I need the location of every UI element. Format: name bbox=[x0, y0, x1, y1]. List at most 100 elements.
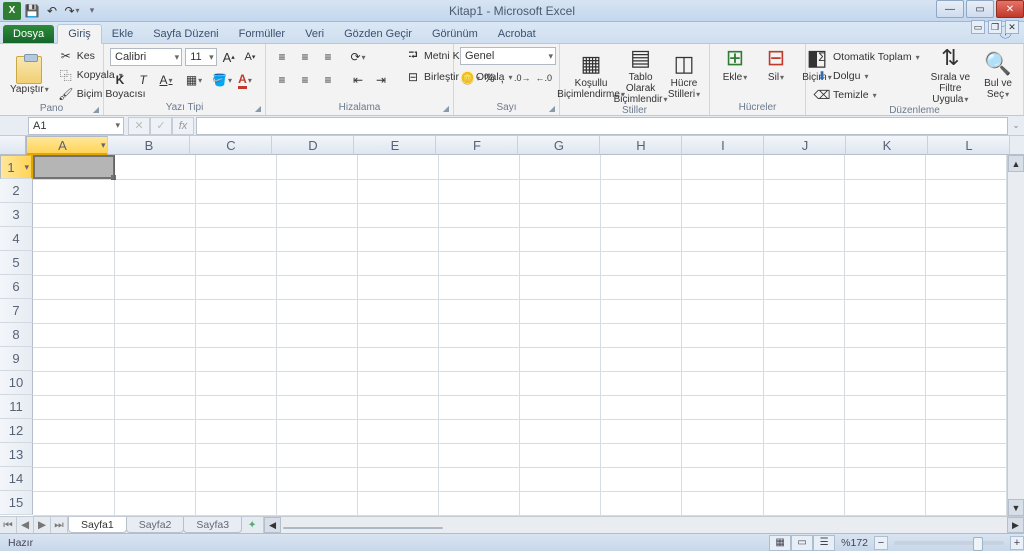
horizontal-scrollbar[interactable]: ◀ ▶ bbox=[263, 517, 1024, 533]
dialog-launcher-icon[interactable]: ◢ bbox=[443, 104, 449, 113]
tab-view[interactable]: Görünüm bbox=[422, 25, 488, 43]
cell[interactable] bbox=[601, 419, 682, 443]
italic-button[interactable]: T bbox=[133, 70, 153, 90]
row-header[interactable]: 11 bbox=[0, 395, 33, 419]
cancel-formula-icon[interactable]: ✕ bbox=[128, 117, 150, 135]
dialog-launcher-icon[interactable]: ◢ bbox=[549, 104, 555, 113]
cell[interactable] bbox=[763, 179, 844, 203]
cell[interactable] bbox=[439, 419, 520, 443]
increase-decimal-button[interactable]: .0→ bbox=[513, 68, 532, 88]
workbook-close-icon[interactable]: ✕ bbox=[1005, 20, 1019, 34]
cell[interactable] bbox=[276, 227, 357, 251]
row-header[interactable]: 8 bbox=[0, 323, 33, 347]
cell-styles-button[interactable]: ◫Hücre Stilleri bbox=[665, 53, 703, 100]
find-select-button[interactable]: 🔍Bul ve Seç bbox=[979, 53, 1017, 100]
cell[interactable] bbox=[114, 179, 195, 203]
cell[interactable] bbox=[520, 299, 601, 323]
cell[interactable] bbox=[844, 371, 925, 395]
column-header[interactable]: E bbox=[354, 136, 436, 155]
cell[interactable] bbox=[114, 299, 195, 323]
cell[interactable] bbox=[114, 467, 195, 491]
sheet-nav-last-icon[interactable]: ⏭ bbox=[51, 517, 68, 533]
cell[interactable] bbox=[33, 299, 114, 323]
paste-button[interactable]: Yapıştır bbox=[6, 56, 53, 95]
maximize-button[interactable]: ▭ bbox=[966, 0, 994, 18]
zoom-out-button[interactable]: − bbox=[874, 536, 888, 550]
cell[interactable] bbox=[114, 227, 195, 251]
cell[interactable] bbox=[439, 227, 520, 251]
cell[interactable] bbox=[195, 443, 276, 467]
align-right-button[interactable]: ≡ bbox=[318, 70, 338, 90]
cell[interactable] bbox=[195, 491, 276, 515]
qat-customize-icon[interactable]: ▾ bbox=[83, 2, 101, 20]
page-layout-view-button[interactable]: ▭ bbox=[791, 535, 813, 551]
cell[interactable] bbox=[925, 299, 1006, 323]
cell[interactable] bbox=[925, 395, 1006, 419]
cell[interactable] bbox=[357, 491, 438, 515]
percent-button[interactable]: % bbox=[483, 68, 496, 88]
cell[interactable] bbox=[682, 419, 763, 443]
sheet-nav-next-icon[interactable]: ▶ bbox=[34, 517, 51, 533]
cell[interactable] bbox=[33, 275, 114, 299]
cell[interactable] bbox=[925, 323, 1006, 347]
cell[interactable] bbox=[520, 203, 601, 227]
row-header[interactable]: 14 bbox=[0, 467, 33, 491]
cell[interactable] bbox=[276, 251, 357, 275]
cell[interactable] bbox=[357, 251, 438, 275]
cell[interactable] bbox=[601, 299, 682, 323]
cell[interactable] bbox=[33, 347, 114, 371]
cell[interactable] bbox=[844, 323, 925, 347]
workbook-restore-icon[interactable]: ❐ bbox=[988, 20, 1002, 34]
column-header[interactable]: H bbox=[600, 136, 682, 155]
cell[interactable] bbox=[357, 299, 438, 323]
row-header[interactable]: 6 bbox=[0, 275, 33, 299]
cell[interactable] bbox=[195, 419, 276, 443]
cell[interactable] bbox=[276, 155, 357, 179]
grow-font-button[interactable]: A▴ bbox=[220, 47, 238, 67]
cell[interactable] bbox=[439, 155, 520, 179]
cell[interactable] bbox=[682, 371, 763, 395]
cell[interactable] bbox=[925, 179, 1006, 203]
cell[interactable] bbox=[195, 275, 276, 299]
cell[interactable] bbox=[357, 275, 438, 299]
cell[interactable] bbox=[114, 251, 195, 275]
tab-data[interactable]: Veri bbox=[295, 25, 334, 43]
cell[interactable] bbox=[601, 323, 682, 347]
cell[interactable] bbox=[601, 275, 682, 299]
cell[interactable] bbox=[276, 443, 357, 467]
column-header[interactable]: L bbox=[928, 136, 1010, 155]
cell[interactable] bbox=[682, 467, 763, 491]
column-header[interactable]: D bbox=[272, 136, 354, 155]
cell[interactable] bbox=[844, 155, 925, 179]
scroll-up-icon[interactable]: ▲ bbox=[1008, 155, 1024, 172]
normal-view-button[interactable]: ▦ bbox=[769, 535, 791, 551]
cell[interactable] bbox=[844, 443, 925, 467]
row-header[interactable]: 10 bbox=[0, 371, 33, 395]
cell[interactable] bbox=[33, 467, 114, 491]
cell[interactable] bbox=[763, 323, 844, 347]
cell[interactable] bbox=[276, 467, 357, 491]
cell[interactable] bbox=[763, 395, 844, 419]
scroll-left-icon[interactable]: ◀ bbox=[264, 517, 281, 533]
cell[interactable] bbox=[763, 203, 844, 227]
cell[interactable] bbox=[682, 395, 763, 419]
cell[interactable] bbox=[763, 275, 844, 299]
cell[interactable] bbox=[925, 491, 1006, 515]
column-header[interactable]: I bbox=[682, 136, 764, 155]
cell[interactable] bbox=[601, 155, 682, 179]
underline-button[interactable]: A bbox=[156, 70, 176, 90]
cell[interactable] bbox=[682, 299, 763, 323]
row-header[interactable]: 4 bbox=[0, 227, 33, 251]
cell[interactable] bbox=[439, 299, 520, 323]
cell[interactable] bbox=[844, 467, 925, 491]
increase-indent-button[interactable]: ⇥ bbox=[371, 70, 391, 90]
column-header[interactable]: B bbox=[108, 136, 190, 155]
delete-cells-button[interactable]: ⊟Sil bbox=[757, 47, 795, 83]
cell[interactable] bbox=[682, 203, 763, 227]
shrink-font-button[interactable]: A▾ bbox=[241, 47, 259, 67]
cell[interactable] bbox=[601, 395, 682, 419]
cell[interactable] bbox=[114, 347, 195, 371]
tab-insert[interactable]: Ekle bbox=[102, 25, 143, 43]
number-format-select[interactable]: Genel bbox=[460, 47, 556, 65]
cell[interactable] bbox=[844, 299, 925, 323]
